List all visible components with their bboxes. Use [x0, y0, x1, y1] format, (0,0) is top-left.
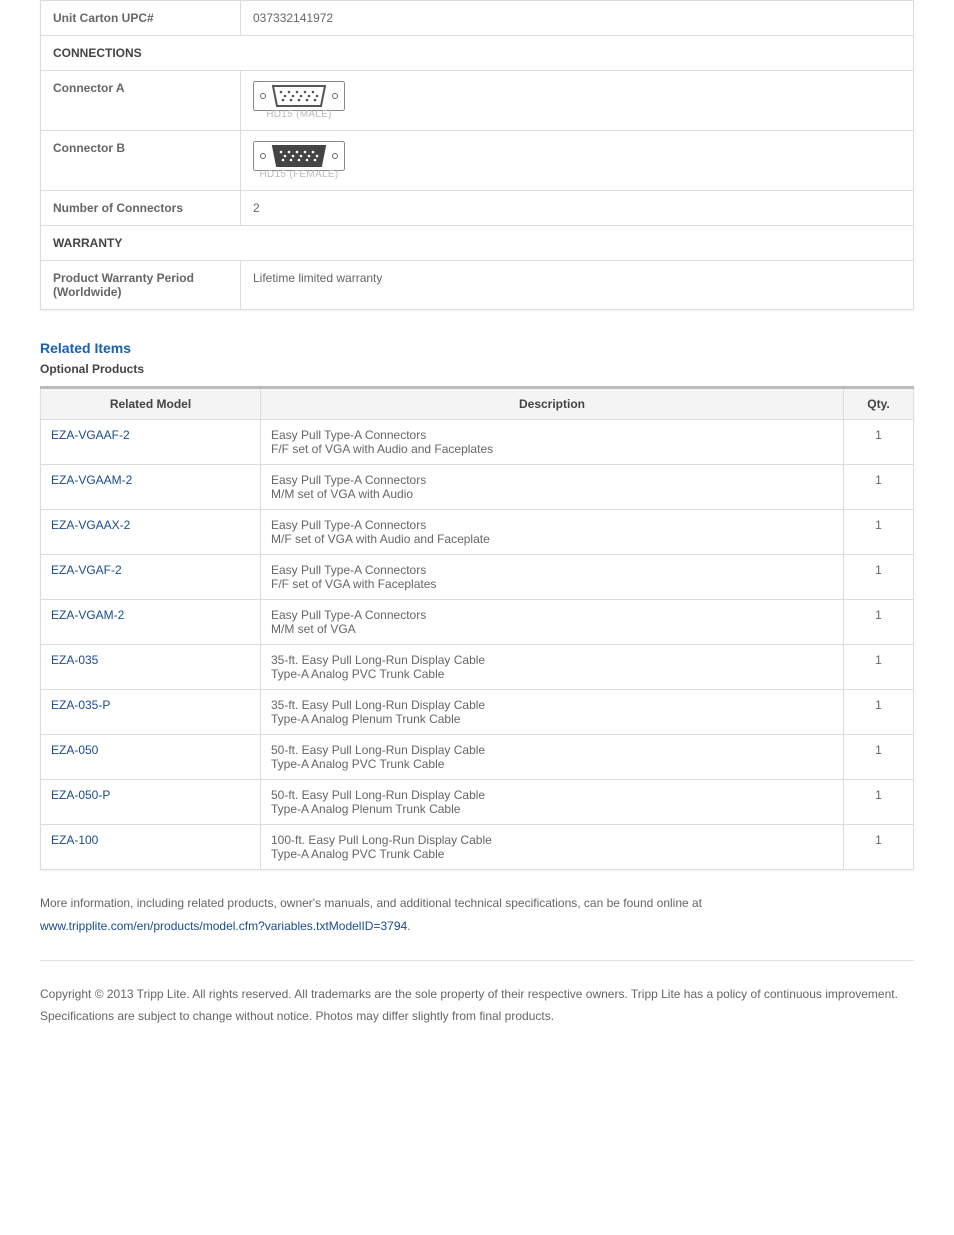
related-desc-line1: Easy Pull Type-A Connectors [271, 608, 833, 622]
related-model-link[interactable]: EZA-100 [51, 833, 98, 847]
related-desc-line2: Type-A Analog Plenum Trunk Cable [271, 802, 833, 816]
related-qty: 1 [844, 510, 914, 555]
related-desc-line1: 50-ft. Easy Pull Long-Run Display Cable [271, 743, 833, 757]
related-row: EZA-VGAM-2 Easy Pull Type-A ConnectorsM/M… [41, 600, 914, 645]
related-model-link[interactable]: EZA-035 [51, 653, 98, 667]
related-row: EZA-100 100-ft. Easy Pull Long-Run Displa… [41, 825, 914, 870]
related-description: Easy Pull Type-A ConnectorsM/M set of VG… [261, 600, 844, 645]
spec-row-upc: Unit Carton UPC# 037332141972 [41, 1, 914, 36]
related-row: EZA-035 35-ft. Easy Pull Long-Run Display… [41, 645, 914, 690]
more-info-link[interactable]: www.tripplite.com/en/products/model.cfm?… [40, 919, 407, 933]
related-desc-line1: Easy Pull Type-A Connectors [271, 518, 833, 532]
related-description: 50-ft. Easy Pull Long-Run Display CableT… [261, 735, 844, 780]
spec-table: Unit Carton UPC# 037332141972 CONNECTION… [40, 0, 914, 310]
spec-label-connector-b: Connector B [41, 131, 241, 191]
related-description: Easy Pull Type-A ConnectorsM/F set of VG… [261, 510, 844, 555]
related-desc-line2: Type-A Analog Plenum Trunk Cable [271, 712, 833, 726]
related-table: Related Model Description Qty. EZA-VGAAF… [40, 386, 914, 870]
related-model-link[interactable]: EZA-VGAAX-2 [51, 518, 130, 532]
spec-section-connections: CONNECTIONS [41, 36, 914, 71]
related-model-link[interactable]: EZA-VGAM-2 [51, 608, 124, 622]
spec-value-connector-b: HD15 (FEMALE) [241, 131, 914, 191]
related-model-link[interactable]: EZA-035-P [51, 698, 110, 712]
related-description: 35-ft. Easy Pull Long-Run Display CableT… [261, 690, 844, 735]
related-model-link[interactable]: EZA-VGAF-2 [51, 563, 122, 577]
spec-row-num-connectors: Number of Connectors 2 [41, 191, 914, 226]
related-model-link[interactable]: EZA-VGAAM-2 [51, 473, 132, 487]
related-row: EZA-050-P 50-ft. Easy Pull Long-Run Displ… [41, 780, 914, 825]
spec-row-connector-a: Connector A HD15 (MALE) [41, 71, 914, 131]
related-desc-line2: M/M set of VGA with Audio [271, 487, 833, 501]
spec-row-warranty: Product Warranty Period (Worldwide) Life… [41, 261, 914, 310]
related-qty: 1 [844, 555, 914, 600]
spec-label-connector-a: Connector A [41, 71, 241, 131]
connector-a-caption: HD15 (MALE) [253, 109, 345, 120]
spec-value-warranty: Lifetime limited warranty [241, 261, 914, 310]
related-desc-line1: Easy Pull Type-A Connectors [271, 473, 833, 487]
related-row: EZA-050 50-ft. Easy Pull Long-Run Display… [41, 735, 914, 780]
related-model-link[interactable]: EZA-050 [51, 743, 98, 757]
related-row: EZA-035-P 35-ft. Easy Pull Long-Run Displ… [41, 690, 914, 735]
related-items-heading: Related Items [40, 340, 914, 356]
related-desc-line2: M/F set of VGA with Audio and Faceplate [271, 532, 833, 546]
related-header-qty: Qty. [844, 388, 914, 420]
related-desc-line2: F/F set of VGA with Faceplates [271, 577, 833, 591]
copyright-text: Copyright © 2013 Tripp Lite. All rights … [40, 983, 914, 1029]
related-row: EZA-VGAAM-2 Easy Pull Type-A ConnectorsM/… [41, 465, 914, 510]
related-row: EZA-VGAAF-2 Easy Pull Type-A ConnectorsF/… [41, 420, 914, 465]
related-header-description: Description [261, 388, 844, 420]
spec-value-num-connectors: 2 [241, 191, 914, 226]
related-desc-line1: Easy Pull Type-A Connectors [271, 563, 833, 577]
related-qty: 1 [844, 645, 914, 690]
related-qty: 1 [844, 780, 914, 825]
related-desc-line1: 35-ft. Easy Pull Long-Run Display Cable [271, 698, 833, 712]
more-info-text: More information, including related prod… [40, 892, 914, 938]
spec-section-warranty-label: WARRANTY [41, 226, 914, 261]
related-desc-line2: M/M set of VGA [271, 622, 833, 636]
related-description: Easy Pull Type-A ConnectorsF/F set of VG… [261, 420, 844, 465]
related-header-model: Related Model [41, 388, 261, 420]
related-model-link[interactable]: EZA-VGAAF-2 [51, 428, 130, 442]
spec-section-connections-label: CONNECTIONS [41, 36, 914, 71]
spec-label-upc: Unit Carton UPC# [41, 1, 241, 36]
spec-section-warranty: WARRANTY [41, 226, 914, 261]
spec-value-connector-a: HD15 (MALE) [241, 71, 914, 131]
more-info-suffix: . [407, 919, 410, 933]
related-desc-line1: Easy Pull Type-A Connectors [271, 428, 833, 442]
hd15-female-icon [253, 141, 345, 171]
related-desc-line2: Type-A Analog PVC Trunk Cable [271, 757, 833, 771]
related-row: EZA-VGAF-2 Easy Pull Type-A ConnectorsF/F… [41, 555, 914, 600]
footer-divider [40, 960, 914, 961]
related-desc-line1: 50-ft. Easy Pull Long-Run Display Cable [271, 788, 833, 802]
related-description: 50-ft. Easy Pull Long-Run Display CableT… [261, 780, 844, 825]
related-qty: 1 [844, 690, 914, 735]
related-qty: 1 [844, 465, 914, 510]
related-row: EZA-VGAAX-2 Easy Pull Type-A ConnectorsM/… [41, 510, 914, 555]
spec-row-connector-b: Connector B HD15 (FEMALE) [41, 131, 914, 191]
connector-b-caption: HD15 (FEMALE) [253, 169, 345, 180]
spec-label-warranty: Product Warranty Period (Worldwide) [41, 261, 241, 310]
related-qty: 1 [844, 420, 914, 465]
related-description: Easy Pull Type-A ConnectorsM/M set of VG… [261, 465, 844, 510]
related-qty: 1 [844, 825, 914, 870]
related-description: 100-ft. Easy Pull Long-Run Display Cable… [261, 825, 844, 870]
related-desc-line2: Type-A Analog PVC Trunk Cable [271, 847, 833, 861]
related-model-link[interactable]: EZA-050-P [51, 788, 110, 802]
related-desc-line2: F/F set of VGA with Audio and Faceplates [271, 442, 833, 456]
more-info-prefix: More information, including related prod… [40, 896, 702, 910]
related-desc-line2: Type-A Analog PVC Trunk Cable [271, 667, 833, 681]
related-description: Easy Pull Type-A ConnectorsF/F set of VG… [261, 555, 844, 600]
related-description: 35-ft. Easy Pull Long-Run Display CableT… [261, 645, 844, 690]
related-desc-line1: 35-ft. Easy Pull Long-Run Display Cable [271, 653, 833, 667]
hd15-male-icon [253, 81, 345, 111]
spec-value-upc: 037332141972 [241, 1, 914, 36]
related-qty: 1 [844, 600, 914, 645]
related-qty: 1 [844, 735, 914, 780]
related-desc-line1: 100-ft. Easy Pull Long-Run Display Cable [271, 833, 833, 847]
spec-label-num-connectors: Number of Connectors [41, 191, 241, 226]
optional-products-subheading: Optional Products [40, 362, 914, 376]
